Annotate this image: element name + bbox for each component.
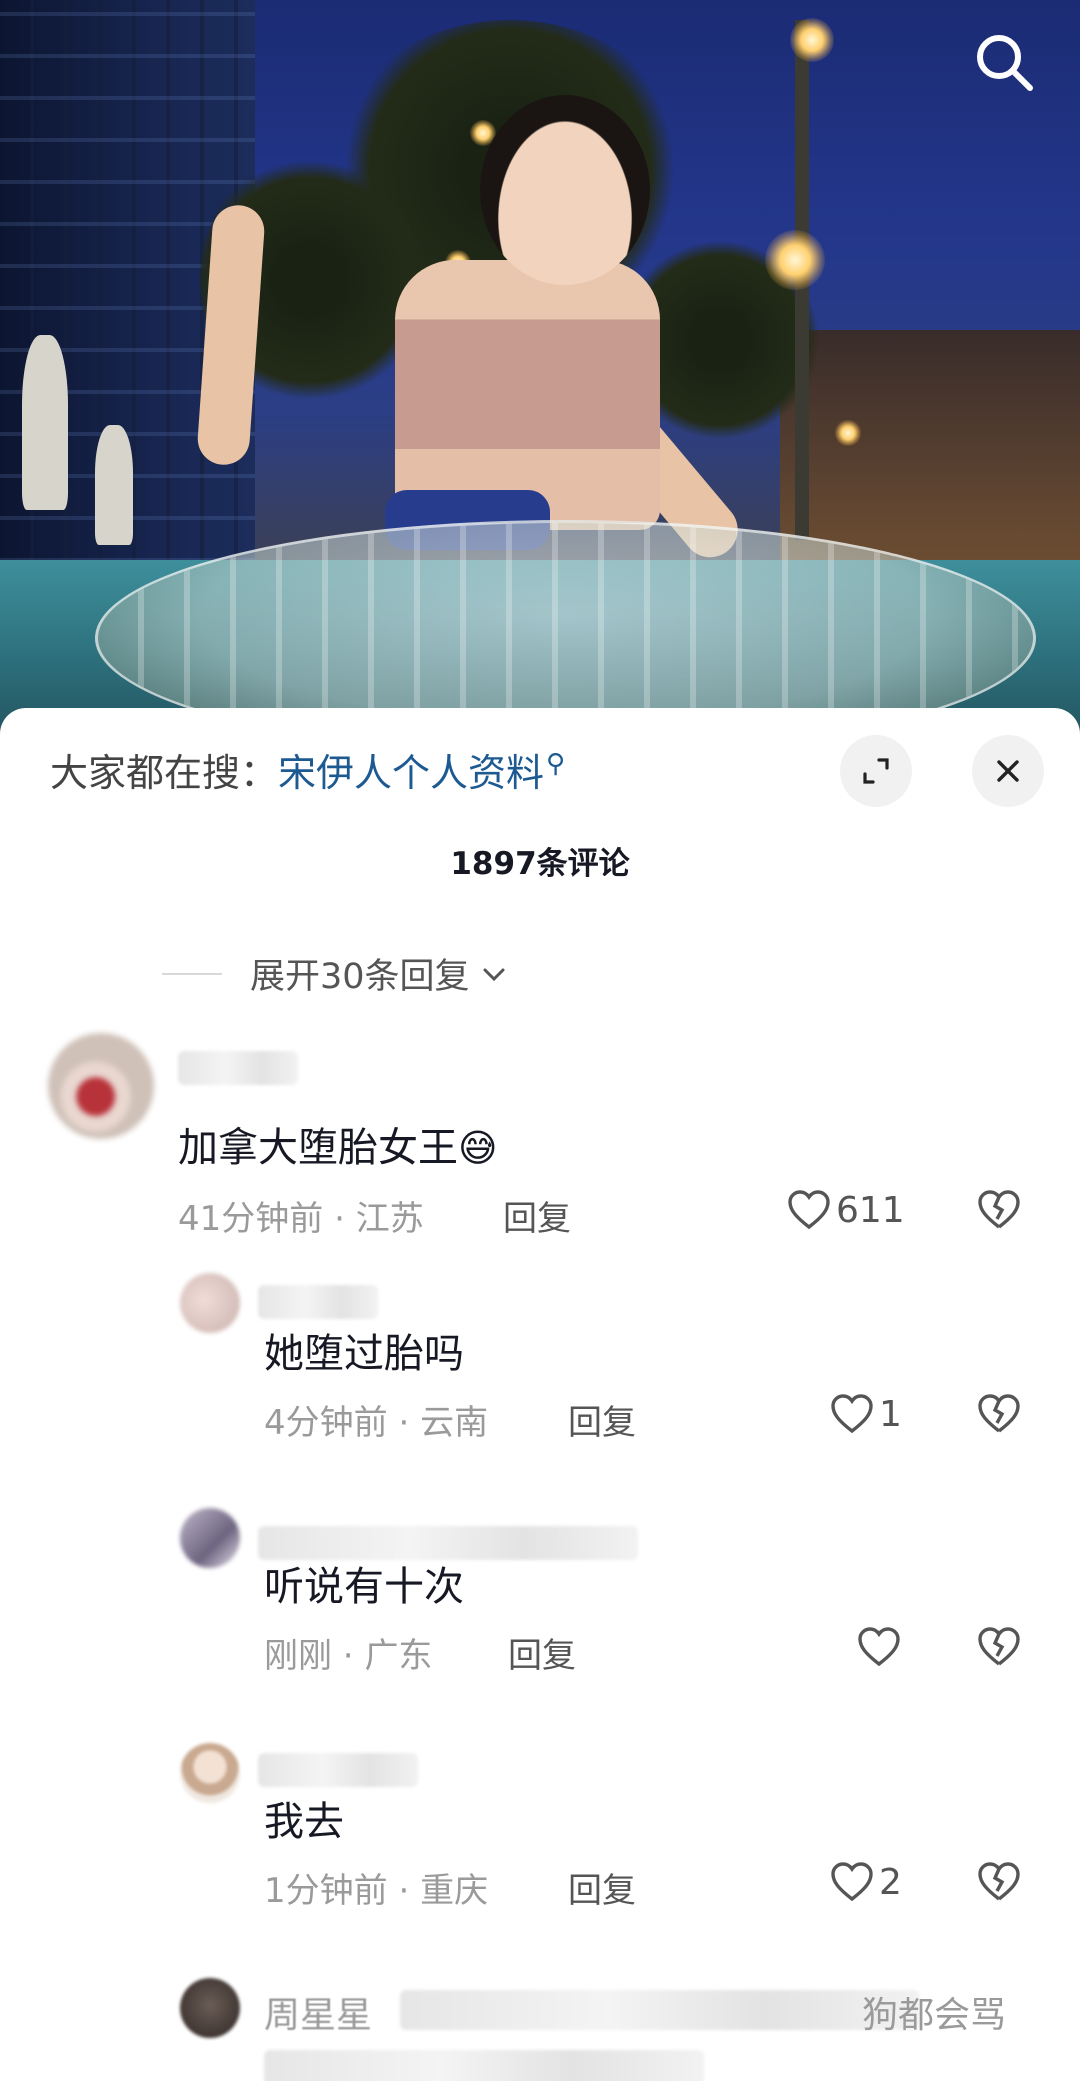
like-button[interactable]: 2 (829, 1861, 902, 1903)
avatar[interactable] (180, 1273, 240, 1333)
username[interactable] (258, 1753, 418, 1787)
expand-replies-button[interactable]: 展开30条回复 (162, 948, 510, 999)
comment-count: 1897条评论 (450, 846, 630, 882)
like-count: 611 (836, 1189, 905, 1231)
heart-icon (831, 1394, 873, 1434)
like-button[interactable] (856, 1626, 906, 1668)
fullscreen-expand-button[interactable] (840, 735, 912, 807)
blurred-comment-line (264, 2050, 704, 2081)
expand-icon (863, 758, 889, 784)
comments-sheet: 大家都在搜：宋伊人个人资料⚲ 1897条评论 展开30条回复 加拿大堕胎女王😅 … (0, 708, 1080, 2081)
comment-text: 加拿大堕胎女王😅 (178, 1125, 498, 1171)
comment-meta: 4分钟前 · 云南 (264, 1395, 488, 1444)
username[interactable] (258, 1285, 378, 1319)
umbrella (95, 425, 133, 545)
umbrella (22, 335, 68, 510)
heart-icon (788, 1190, 830, 1230)
reply-button[interactable]: 回复 (508, 1628, 576, 1677)
comment-meta: 1分钟前 · 重庆 (264, 1863, 488, 1912)
reply-item: 听说有十次 刚刚 · 广东 回复 (0, 1508, 1080, 1676)
separator: · (387, 1403, 421, 1443)
comment-time: 41分钟前 (178, 1199, 324, 1239)
username[interactable] (178, 1051, 298, 1085)
heart-icon (831, 1862, 873, 1902)
comment-location: 广东 (364, 1636, 433, 1676)
close-icon (997, 760, 1019, 782)
trending-search-prefix: 大家都在搜： (50, 751, 279, 795)
avatar[interactable] (180, 1508, 240, 1568)
dislike-button[interactable] (976, 1626, 1022, 1668)
expand-replies-label: 展开30条回复 (250, 957, 470, 997)
lamp-light (790, 18, 834, 62)
comment-time: 1分钟前 (264, 1871, 388, 1911)
inflatable-ring (95, 520, 1036, 740)
chevron-down-icon (483, 968, 505, 981)
video-background[interactable] (0, 0, 1080, 740)
trending-search-keyword[interactable]: 宋伊人个人资料 (278, 751, 544, 795)
comment-location: 江苏 (355, 1199, 424, 1239)
like-count: 2 (879, 1861, 902, 1903)
comment-text: 她堕过胎吗 (264, 1331, 464, 1377)
comment-text: 我去 (264, 1799, 344, 1845)
close-button[interactable] (972, 735, 1044, 807)
sweat-smile-emoji: 😅 (458, 1126, 498, 1170)
broken-heart-icon (978, 1190, 1020, 1229)
partial-text: 狗都会骂 (862, 1995, 1007, 2036)
partial-username[interactable]: 周星星 (264, 1986, 372, 2038)
like-count: 1 (879, 1393, 902, 1435)
divider-line (162, 972, 222, 975)
reply-button[interactable]: 回复 (568, 1863, 636, 1912)
reply-item: 我去 1分钟前 · 重庆 回复 2 (0, 1743, 1080, 1911)
broken-heart-icon (978, 1627, 1020, 1666)
like-button[interactable]: 611 (786, 1189, 905, 1231)
reply-button[interactable]: 回复 (568, 1395, 636, 1444)
lamp-light (765, 230, 825, 290)
avatar[interactable] (180, 1743, 240, 1803)
dislike-button[interactable] (976, 1189, 1022, 1231)
search-small-icon: ⚲ (546, 749, 566, 779)
avatar[interactable] (48, 1033, 154, 1139)
dislike-button[interactable] (976, 1861, 1022, 1903)
comment-time: 4分钟前 (264, 1403, 388, 1443)
separator: · (387, 1871, 421, 1911)
person-head (480, 95, 650, 285)
dislike-button[interactable] (976, 1393, 1022, 1435)
comment-meta: 刚刚 · 广东 (264, 1628, 432, 1677)
broken-heart-icon (978, 1394, 1020, 1433)
like-button[interactable]: 1 (829, 1393, 902, 1435)
reply-button[interactable]: 回复 (503, 1191, 571, 1240)
separator: · (323, 1199, 356, 1239)
comment-item: 加拿大堕胎女王😅 41分钟前 · 江苏 回复 611 (0, 1033, 1080, 1239)
blurred-text (400, 1990, 920, 2030)
comment-time: 刚刚 (264, 1636, 332, 1676)
lamp-light (835, 420, 861, 446)
comment-location: 云南 (420, 1403, 489, 1443)
heart-icon (858, 1627, 900, 1667)
avatar[interactable] (180, 1978, 240, 2038)
comment-location: 重庆 (420, 1871, 489, 1911)
reply-item-partial: 周星星 狗都会骂 (0, 1978, 1080, 2081)
search-icon[interactable] (970, 28, 1040, 98)
comment-text: 听说有十次 (264, 1564, 464, 1610)
comment-meta: 41分钟前 · 江苏 (178, 1191, 424, 1240)
separator: · (332, 1636, 365, 1676)
trending-search[interactable]: 大家都在搜：宋伊人个人资料⚲ (50, 742, 565, 797)
broken-heart-icon (978, 1862, 1020, 1901)
reply-item: 她堕过胎吗 4分钟前 · 云南 回复 1 (0, 1273, 1080, 1443)
